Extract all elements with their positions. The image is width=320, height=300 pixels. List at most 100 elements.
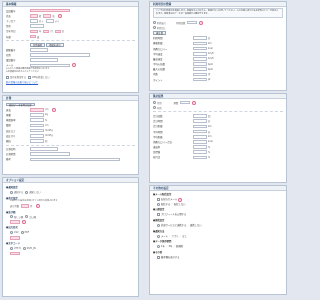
- stats-field-input[interactable]: [193, 140, 207, 144]
- yearly-radio[interactable]: [153, 106, 156, 110]
- sort-key-input[interactable]: [10, 220, 20, 224]
- remarks-checkbox[interactable]: [157, 256, 160, 260]
- privacy-link[interactable]: 個人情報のお取り扱いについて: [6, 80, 38, 84]
- list-item: 配信する ／ 配信しない: [153, 202, 283, 208]
- usage-field-input[interactable]: [193, 72, 207, 77]
- mail-input[interactable]: [30, 63, 70, 68]
- bp-high-input[interactable]: [30, 128, 44, 133]
- field-label: ポイント: [153, 78, 163, 82]
- address-input[interactable]: [30, 53, 90, 57]
- field-label: 移動距離: [153, 42, 163, 46]
- usage-field-input[interactable]: [193, 77, 207, 82]
- unit-label: mmHg: [45, 134, 53, 138]
- usage-field-input[interactable]: [193, 57, 207, 61]
- field-label: 利用回数: [176, 21, 186, 25]
- stats-field-input[interactable]: [193, 150, 207, 155]
- radio-label: Shift_JIS: [26, 246, 36, 250]
- recalculate-button[interactable]: 再計算: [153, 31, 166, 35]
- first-name-input[interactable]: [43, 13, 52, 18]
- field-label: 電話番号: [6, 59, 16, 63]
- measure-place-input[interactable]: [30, 152, 70, 157]
- section-subheading: ■通知方法: [153, 229, 165, 233]
- list-item-label: 配信する ／ 配信しない: [161, 202, 186, 206]
- charset-option-input[interactable]: [10, 251, 20, 256]
- unit-label: 日: [61, 30, 64, 34]
- zip-input[interactable]: [30, 48, 48, 52]
- weight-input[interactable]: [30, 113, 44, 117]
- pulse-input[interactable]: [30, 139, 44, 143]
- format-option-input[interactable]: [10, 235, 20, 240]
- birth-day-input[interactable]: [54, 29, 61, 34]
- address-search-button[interactable]: 住所検索: [30, 42, 46, 47]
- usage-count-input[interactable]: [187, 20, 198, 25]
- stats-field-input[interactable]: [193, 119, 207, 123]
- usage-field-input[interactable]: [193, 46, 207, 51]
- sort-new-radio[interactable]: [10, 215, 13, 219]
- field-label: 目標値: [153, 151, 161, 155]
- show-map-button[interactable]: 地図を表示: [46, 42, 64, 47]
- field-label: 性別: [6, 25, 11, 29]
- deliver-radio[interactable]: [157, 202, 160, 206]
- sort-old-radio[interactable]: [25, 215, 29, 219]
- unit-label: 分: [208, 37, 211, 41]
- usage-field-input[interactable]: [193, 62, 207, 66]
- gender-select[interactable]: [30, 24, 44, 28]
- height-input[interactable]: [30, 107, 44, 112]
- checkbox-label: DMを希望しない: [32, 76, 50, 80]
- field-label: 生年月日: [6, 30, 16, 34]
- load-previous-button[interactable]: 前回データを呼び出す: [6, 102, 35, 107]
- birth-month-input[interactable]: [43, 29, 50, 34]
- dm-checkbox[interactable]: [28, 75, 32, 79]
- usage-field-input[interactable]: [193, 67, 207, 72]
- retention-radio[interactable]: [157, 245, 160, 249]
- link-radio[interactable]: [157, 224, 160, 228]
- kana-last-input[interactable]: [30, 19, 38, 23]
- stats-field-input[interactable]: [193, 124, 207, 129]
- measure-date-input[interactable]: [30, 147, 58, 151]
- list-item: メール ／ アプリ ／ なし: [153, 234, 283, 240]
- age-input[interactable]: [30, 34, 36, 39]
- field-label: 最大心拍数: [153, 68, 165, 72]
- display-count-input[interactable]: [21, 204, 30, 208]
- unit-label: 名: [52, 14, 55, 18]
- charset-sjis-radio[interactable]: [22, 246, 26, 250]
- kana-first-input[interactable]: [45, 19, 54, 23]
- stats-field-input[interactable]: [193, 129, 207, 134]
- monthly-radio[interactable]: [153, 101, 156, 105]
- remarks-input[interactable]: [30, 157, 120, 162]
- unit-label: 分: [208, 120, 211, 124]
- period-select[interactable]: [180, 100, 191, 105]
- usage-field-input[interactable]: [193, 36, 207, 40]
- guide-checkbox[interactable]: [6, 75, 9, 79]
- public-checkbox[interactable]: [157, 213, 160, 217]
- field-label: 計測日時: [6, 148, 16, 152]
- field-label: 期間: [173, 101, 179, 105]
- last-name-input[interactable]: [30, 13, 38, 18]
- birth-year-input[interactable]: [30, 29, 38, 34]
- waist-input[interactable]: [30, 123, 44, 128]
- notify-on-radio[interactable]: [10, 190, 13, 194]
- charset-utf8-radio[interactable]: [10, 246, 13, 250]
- member-number-input[interactable]: [30, 8, 70, 13]
- required-icon: !: [72, 63, 76, 68]
- stats-field-input[interactable]: [193, 145, 207, 149]
- tel-input[interactable]: [30, 58, 58, 63]
- section-subheading: ■並び順: [6, 210, 16, 214]
- radio-label: UTF-8: [14, 246, 21, 250]
- stats-field-input[interactable]: [193, 155, 207, 160]
- notify-off-radio[interactable]: [25, 190, 29, 194]
- usage-field-input[interactable]: [193, 51, 207, 56]
- format-csv-radio[interactable]: [10, 231, 13, 235]
- format-pdf-radio[interactable]: [20, 231, 24, 235]
- bp-low-input[interactable]: [30, 133, 44, 138]
- mail-checkbox[interactable]: [157, 198, 160, 202]
- stats-panel: 集計結果 月別 期間! 年別 合計回数回 合計時間分 合計距離 km 平均時間分 平…: [149, 93, 287, 183]
- usage-no-radio[interactable]: [153, 26, 156, 30]
- usage-yes-radio[interactable]: [153, 21, 156, 25]
- stats-field-input[interactable]: [193, 114, 207, 118]
- notify-method-radio[interactable]: [157, 234, 160, 238]
- usage-field-input[interactable]: [193, 41, 207, 46]
- unit-label: 月: [50, 30, 53, 34]
- bodyfat-input[interactable]: [30, 118, 44, 122]
- stats-field-input[interactable]: [193, 134, 207, 139]
